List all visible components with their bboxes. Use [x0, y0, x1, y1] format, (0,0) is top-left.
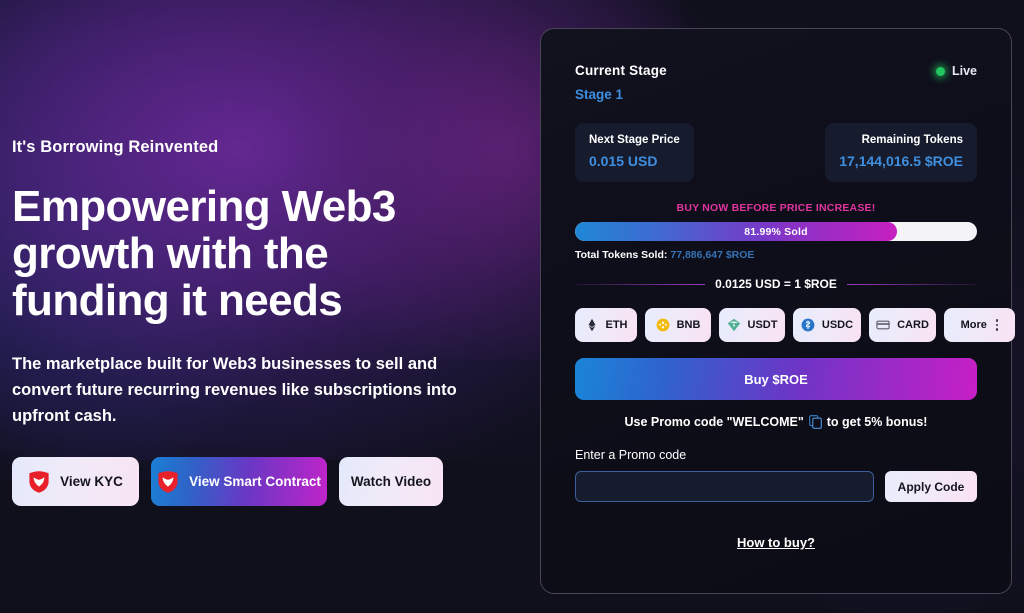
view-smart-contract-button[interactable]: View Smart Contract [151, 457, 327, 506]
promo-code-input[interactable] [575, 471, 874, 502]
payment-method-usdt-label: USDT [747, 319, 778, 331]
ethereum-icon [588, 318, 595, 332]
credit-card-icon [876, 320, 890, 330]
total-tokens-sold-value: 77,886,647 $ROE [670, 249, 755, 261]
exchange-rate-text: 0.0125 USD = 1 $ROE [715, 277, 837, 291]
current-stage-label: Current Stage [575, 63, 667, 78]
promo-hint-text-before: Use Promo code "WELCOME" [624, 415, 804, 429]
hero-button-group: View KYC View Smart Contract Watch Video [12, 457, 512, 506]
view-kyc-button[interactable]: View KYC [12, 457, 139, 506]
usdc-icon [801, 318, 815, 332]
payment-method-bnb[interactable]: BNB [645, 308, 711, 342]
payment-method-usdc-label: USDC [821, 319, 854, 331]
buy-roe-button[interactable]: Buy $ROE [575, 358, 977, 400]
view-kyc-button-label: View KYC [60, 474, 123, 489]
total-tokens-sold: Total Tokens Sold: 77,886,647 $ROE [575, 249, 977, 261]
remaining-tokens-title: Remaining Tokens [861, 134, 963, 146]
rate-divider-right [846, 283, 978, 285]
current-stage-value: Stage 1 [575, 87, 624, 102]
promo-hint-text-after: to get 5% bonus! [826, 415, 928, 429]
apply-code-button[interactable]: Apply Code [885, 471, 977, 502]
stat-row: Next Stage Price 0.015 USD Remaining Tok… [575, 123, 977, 182]
watch-video-button[interactable]: Watch Video [339, 457, 443, 506]
shield-heart-icon [29, 470, 49, 493]
page-title: Empowering Web3 growth with the funding … [12, 182, 396, 325]
payment-method-usdc[interactable]: USDC [793, 308, 861, 342]
exchange-rate-row: 0.0125 USD = 1 $ROE [575, 277, 978, 291]
payment-method-eth[interactable]: ETH [575, 308, 637, 342]
hero-section: It's Borrowing Reinvented Empowering Web… [12, 138, 512, 506]
remaining-tokens-value: 17,144,016.5 $ROE [839, 153, 963, 169]
card-header: Current Stage Stage 1 Live [575, 63, 977, 102]
live-status-label: Live [951, 64, 977, 78]
more-vertical-icon [995, 319, 999, 331]
stage-info: Current Stage Stage 1 [575, 63, 667, 102]
copy-icon[interactable] [808, 415, 822, 429]
payment-method-card-label: CARD [897, 319, 929, 331]
how-to-buy-link[interactable]: How to buy? [575, 535, 977, 550]
usdt-icon [727, 318, 740, 332]
payment-method-more-label: More [960, 319, 987, 331]
promo-code-field-label: Enter a Promo code [575, 448, 687, 462]
payment-method-more[interactable]: More [944, 308, 1015, 342]
view-smart-contract-button-label: View Smart Contract [189, 474, 321, 489]
shield-heart-icon [158, 470, 178, 493]
payment-method-eth-label: ETH [605, 319, 628, 331]
hero-subtitle: The marketplace built for Web3 businesse… [12, 355, 457, 425]
sale-progress-label: 81.99% Sold [744, 225, 808, 238]
payment-method-card[interactable]: CARD [869, 308, 936, 342]
bnb-icon [656, 318, 669, 332]
next-stage-price-title: Next Stage Price [589, 134, 680, 146]
status-badge: Live [935, 64, 977, 78]
next-stage-price-value: 0.015 USD [589, 153, 658, 169]
payment-method-usdt[interactable]: USDT [719, 308, 785, 342]
rate-divider-left [575, 283, 706, 285]
watch-video-button-label: Watch Video [350, 474, 432, 489]
sale-progress-bar: 81.99% Sold [575, 222, 977, 241]
next-stage-price-box: Next Stage Price 0.015 USD [575, 123, 694, 182]
promo-code-row: Apply Code [575, 471, 977, 502]
price-increase-banner: BUY NOW BEFORE PRICE INCREASE! [676, 202, 876, 214]
payment-method-group: ETH BNB USDT USDC CARD More [575, 308, 1015, 342]
hero-eyebrow: It's Borrowing Reinvented [12, 138, 219, 156]
live-status-dot-icon [935, 66, 945, 76]
token-sale-card: Current Stage Stage 1 Live Next Stage Pr… [540, 28, 1015, 594]
total-tokens-sold-label: Total Tokens Sold: [575, 249, 668, 261]
promo-hint: Use Promo code "WELCOME" to get 5% bonus… [575, 415, 977, 429]
payment-method-bnb-label: BNB [676, 319, 701, 331]
remaining-tokens-box: Remaining Tokens 17,144,016.5 $ROE [825, 123, 977, 182]
